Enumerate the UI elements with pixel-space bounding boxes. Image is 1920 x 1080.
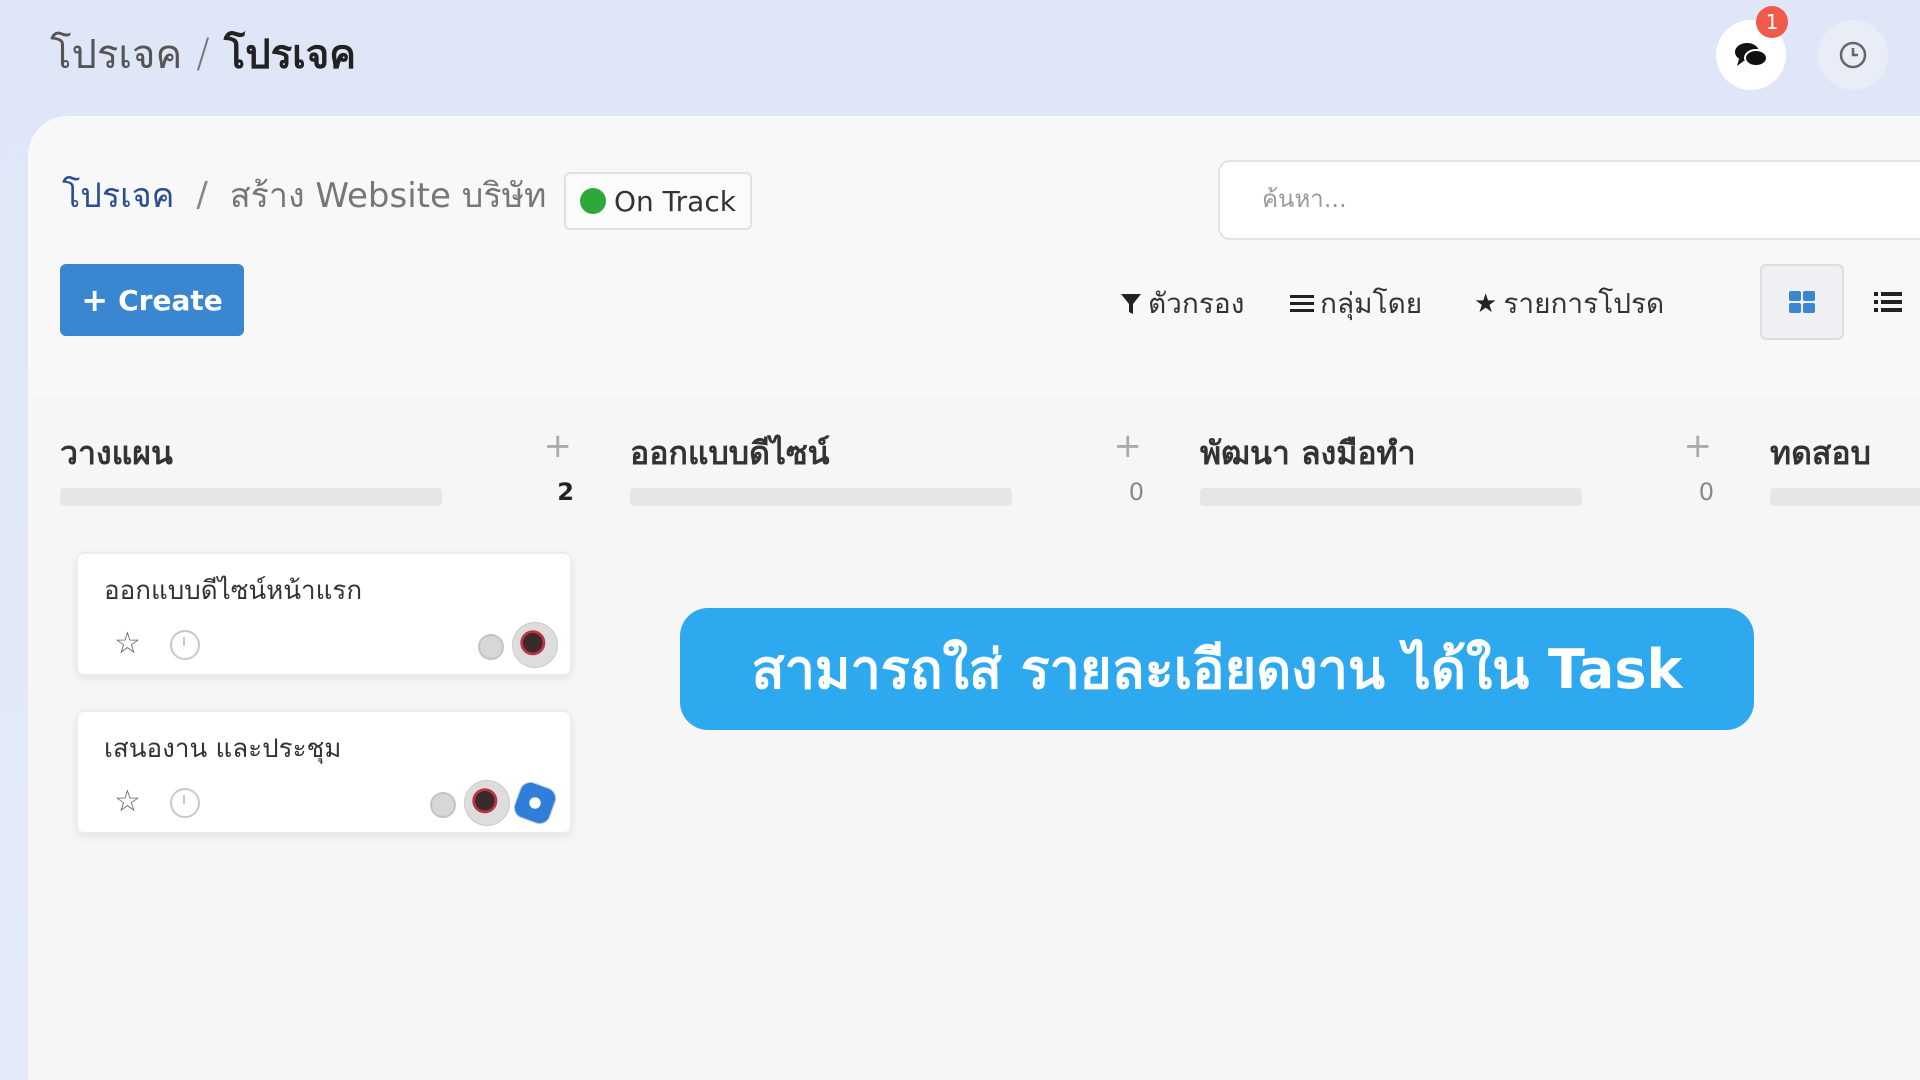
column-count: 2 [557,478,574,506]
add-card-icon[interactable]: + [1684,426,1713,466]
column-progress-bar [630,488,1012,506]
filter-button[interactable]: ตัวกรอง [1120,282,1244,326]
add-card-icon[interactable]: + [544,426,573,466]
top-header: โปรเจค / โปรเจค 1 [0,0,1920,116]
column-title: พัฒนา ลงมือทำ [1200,434,1416,472]
favorites-button[interactable]: ★ รายการโปรด [1474,282,1664,326]
column-progress-bar [1770,488,1920,506]
breadcrumb-separator: / [196,31,210,77]
column-header: ทดสอบ [1770,416,1920,526]
status-label: On Track [614,184,736,218]
chat-icon [1735,43,1768,67]
groupby-label: กลุ่มโดย [1320,287,1423,320]
column-count: 0 [1698,478,1714,506]
task-card[interactable]: ออกแบบดีไซน์หน้าแรก ☆ [76,552,572,676]
assignee-avatar [510,778,560,828]
search-field[interactable] [1218,160,1920,240]
search-input[interactable] [1260,184,1864,214]
app-breadcrumb: โปรเจค / โปรเจค [50,22,356,86]
grid-icon [1789,291,1815,313]
plus-icon: + [81,281,109,319]
list-icon [1874,292,1902,312]
project-breadcrumb: โปรเจค / สร้าง Website บริษัท [62,168,546,222]
column-title: ทดสอบ [1770,434,1871,472]
breadcrumb-projects-link[interactable]: โปรเจค [62,168,174,222]
filter-icon [1121,294,1141,314]
notification-badge: 1 [1756,6,1788,38]
project-name: สร้าง Website บริษัท [229,176,547,216]
groupby-button[interactable]: กลุ่มโดย [1290,282,1422,326]
status-dot-icon [580,188,606,214]
kanban-board: วางแผน + 2 ออกแบบดีไซน์ + 0 พัฒนา ลงมือท… [28,396,1920,1080]
column-title: ออกแบบดีไซน์ [630,434,830,472]
breadcrumb-separator: / [196,175,208,215]
column-header: พัฒนา ลงมือทำ + 0 [1200,416,1720,526]
star-icon[interactable]: ☆ [114,626,141,661]
main-panel: โปรเจค / สร้าง Website บริษัท On Track +… [28,116,1920,1080]
star-icon[interactable]: ☆ [114,784,141,819]
favorites-label: รายการโปรด [1503,287,1665,320]
column-progress-bar [1200,488,1582,506]
deadline-clock-icon[interactable] [170,630,200,660]
column-count: 0 [1128,478,1144,506]
filter-label: ตัวกรอง [1148,287,1245,320]
project-status-badge[interactable]: On Track [564,172,752,230]
breadcrumb-current: โปรเจค [223,32,356,78]
column-header: วางแผน + 2 [60,416,580,526]
breadcrumb-parent[interactable]: โปรเจค [50,22,182,86]
activity-button[interactable] [1818,20,1888,90]
kanban-view-button[interactable] [1760,264,1844,340]
task-title: ออกแบบดีไซน์หน้าแรก [104,576,363,606]
assignee-avatar [464,780,510,826]
create-button[interactable]: + Create [60,264,244,336]
task-state-dot[interactable] [430,792,456,818]
task-card[interactable]: เสนองาน และประชุม ☆ [76,710,572,834]
list-view-button[interactable] [1856,264,1920,340]
group-lines-icon [1290,295,1314,312]
column-title: วางแผน [60,434,173,472]
clock-icon [1839,41,1867,69]
star-filled-icon: ★ [1474,289,1498,319]
column-progress-bar [60,488,442,506]
task-title: เสนองาน และประชุม [104,734,342,764]
assignee-avatar [512,622,558,668]
column-header: ออกแบบดีไซน์ + 0 [630,416,1150,526]
caption-banner: สามารถใส่ รายละเอียดงาน ได้ใน Task [680,608,1754,730]
add-card-icon[interactable]: + [1114,426,1143,466]
task-state-dot[interactable] [478,634,504,660]
deadline-clock-icon[interactable] [170,788,200,818]
create-label: Create [118,283,223,317]
